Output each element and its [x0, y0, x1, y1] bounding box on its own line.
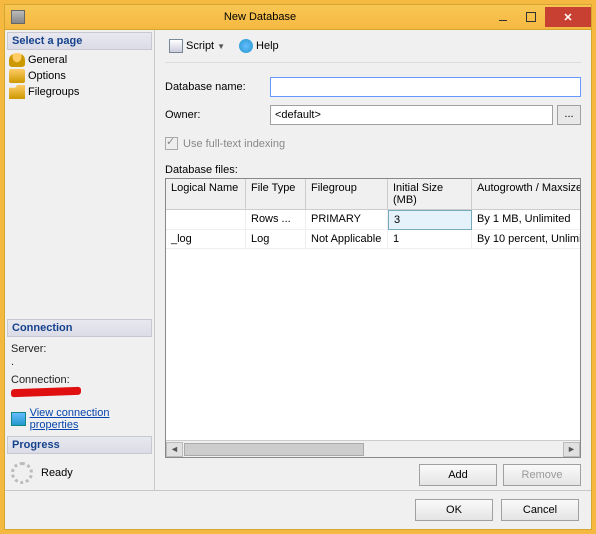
- minimize-button[interactable]: [489, 7, 517, 27]
- owner-browse-button[interactable]: ...: [557, 105, 581, 125]
- sidebar-item-options[interactable]: Options: [9, 68, 150, 84]
- progress-spinner-icon: [11, 462, 33, 484]
- owner-input[interactable]: [270, 105, 553, 125]
- sidebar-item-label: General: [28, 54, 67, 66]
- connection-properties-icon: [11, 412, 26, 426]
- help-button[interactable]: Help: [235, 38, 283, 54]
- app-icon: [11, 10, 25, 24]
- col-initial-size[interactable]: Initial Size (MB): [388, 179, 472, 210]
- cell-name[interactable]: [166, 210, 246, 230]
- cell-type[interactable]: Log: [246, 230, 306, 249]
- connection-value-redacted: [11, 387, 81, 397]
- connection-info: Server: . Connection: View connection pr…: [5, 339, 154, 434]
- cell-size[interactable]: 1: [388, 230, 472, 249]
- cancel-button[interactable]: Cancel: [501, 499, 579, 521]
- cell-type[interactable]: Rows ...: [246, 210, 306, 230]
- sidebar-item-label: Options: [28, 70, 66, 82]
- ok-button[interactable]: OK: [415, 499, 493, 521]
- cell-size[interactable]: 3: [388, 210, 472, 230]
- col-filegroup[interactable]: Filegroup: [306, 179, 388, 210]
- col-logical-name[interactable]: Logical Name: [166, 179, 246, 210]
- horizontal-scrollbar[interactable]: ◄ ►: [166, 440, 580, 457]
- progress-header: Progress: [7, 436, 152, 454]
- script-label: Script: [186, 40, 214, 52]
- cell-grow[interactable]: By 10 percent, Unlimited: [472, 230, 581, 249]
- window-title: New Database: [31, 11, 489, 23]
- filegroups-icon: [9, 85, 25, 99]
- database-files-grid[interactable]: Logical Name File Type Filegroup Initial…: [165, 178, 581, 458]
- server-value: .: [11, 356, 148, 368]
- chevron-down-icon: ▼: [217, 42, 225, 51]
- database-name-input[interactable]: [270, 77, 581, 97]
- script-button[interactable]: Script ▼: [165, 38, 229, 54]
- options-icon: [9, 69, 25, 83]
- select-page-header: Select a page: [7, 32, 152, 50]
- close-button[interactable]: [545, 7, 591, 27]
- cell-fg[interactable]: Not Applicable: [306, 230, 388, 249]
- cell-fg[interactable]: PRIMARY: [306, 210, 388, 230]
- add-button[interactable]: Add: [419, 464, 497, 486]
- cell-name[interactable]: _log: [166, 230, 246, 249]
- col-autogrowth[interactable]: Autogrowth / Maxsize: [472, 179, 581, 210]
- sidebar-item-general[interactable]: General: [9, 52, 150, 68]
- scroll-right-arrow[interactable]: ►: [563, 442, 580, 457]
- main-panel: Script ▼ Help Database name: Owner: ...: [155, 30, 591, 490]
- sidebar-item-filegroups[interactable]: Filegroups: [9, 84, 150, 100]
- database-name-label: Database name:: [165, 81, 270, 93]
- scroll-left-arrow[interactable]: ◄: [166, 442, 183, 457]
- col-file-type[interactable]: File Type: [246, 179, 306, 210]
- titlebar[interactable]: New Database: [5, 5, 591, 29]
- help-label: Help: [256, 40, 279, 52]
- view-connection-properties-link[interactable]: View connection properties: [11, 407, 148, 431]
- new-database-dialog: New Database Select a page General Optio…: [4, 4, 592, 530]
- connection-header: Connection: [7, 319, 152, 337]
- script-icon: [169, 39, 183, 53]
- owner-label: Owner:: [165, 109, 270, 121]
- cell-grow[interactable]: By 1 MB, Unlimited: [472, 210, 581, 230]
- scroll-thumb[interactable]: [184, 443, 364, 456]
- database-files-label: Database files:: [165, 164, 581, 176]
- fulltext-label: Use full-text indexing: [183, 138, 285, 150]
- sidebar-item-label: Filegroups: [28, 86, 79, 98]
- maximize-button[interactable]: [517, 7, 545, 27]
- general-icon: [9, 53, 25, 67]
- server-label: Server:: [11, 343, 148, 355]
- sidebar: Select a page General Options Filegroups…: [5, 30, 155, 490]
- fulltext-checkbox-row: Use full-text indexing: [165, 137, 581, 150]
- progress-status: Ready: [41, 467, 73, 479]
- connection-label: Connection:: [11, 374, 148, 386]
- toolbar: Script ▼ Help: [165, 36, 581, 63]
- help-icon: [239, 39, 253, 53]
- fulltext-checkbox: [165, 137, 178, 150]
- remove-button[interactable]: Remove: [503, 464, 581, 486]
- dialog-footer: OK Cancel: [5, 490, 591, 529]
- link-label: View connection properties: [30, 407, 148, 431]
